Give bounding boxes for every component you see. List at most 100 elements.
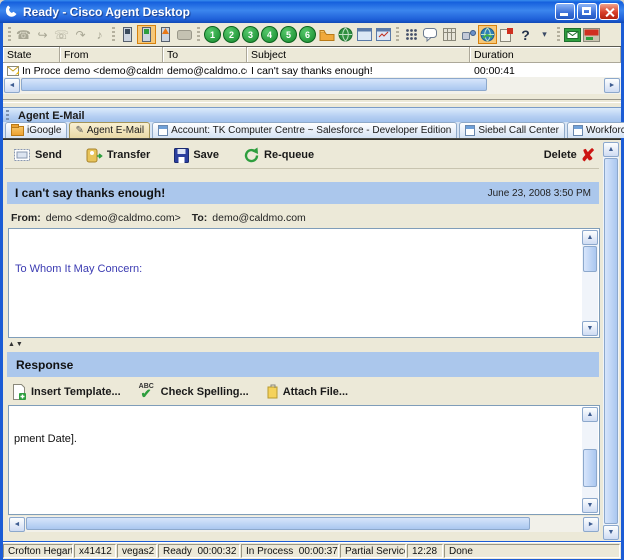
task3-number: 3 [247,29,253,40]
response-title: Response [16,357,74,372]
browser-button[interactable] [336,25,355,44]
email-state-icon [7,65,19,76]
agent-reports-button[interactable] [440,25,459,44]
to-label: To: [191,212,208,224]
title-bar[interactable]: Ready - Cisco Agent Desktop [0,0,624,23]
conference-button[interactable]: ☏ [52,25,71,44]
cisco-browser-button[interactable] [478,25,497,44]
drop-call-icon: ↪ [37,27,48,42]
row-duration: 00:00:41 [474,64,515,77]
column-header-to[interactable]: To [163,47,247,62]
scroll-up-button[interactable]: ▲ [582,407,598,422]
scroll-left-button[interactable]: ◄ [9,517,25,532]
response-scrollbar[interactable]: ▲ ▼ [582,407,598,513]
toolbar-grip[interactable] [197,26,200,43]
toolbar-overflow-button[interactable]: ▾ [535,25,554,44]
scroll-right-button[interactable]: ► [583,517,599,532]
save-button[interactable]: Save [174,147,219,163]
scrollbar-thumb[interactable] [583,246,597,272]
from-value: demo <demo@caldmo.com> [45,212,181,224]
tab-siebel-call-center[interactable]: Siebel Call Center [459,122,565,138]
drop-call-button[interactable]: ↪ [33,25,52,44]
report2-button[interactable] [374,25,393,44]
response-horizontal-scrollbar[interactable]: ◄ ► [8,516,600,532]
recording-button[interactable] [175,25,194,44]
table-horizontal-scrollbar[interactable]: ◄ ► [3,77,621,94]
task6-button[interactable]: 6 [299,26,316,43]
cti-status-button[interactable] [459,25,478,44]
task5-button[interactable]: 5 [280,26,297,43]
task4-button[interactable]: 4 [261,26,278,43]
email-ready-button[interactable] [563,25,582,44]
close-button[interactable] [599,3,619,20]
delete-button[interactable]: Delete ✘ [544,147,595,164]
report-window-icon [376,28,391,41]
panel-scrollbar[interactable]: ▲ ▼ [603,142,619,540]
work-state-button[interactable] [156,25,175,44]
tab-workforce-management[interactable]: Workforce Management [566,122,624,138]
scrollbar-thumb[interactable] [604,158,618,524]
column-header-subject[interactable]: Subject [247,47,470,62]
attach-file-button[interactable]: Attach File... [267,384,348,399]
task6-number: 6 [304,29,310,40]
maximize-button[interactable] [577,3,597,20]
answer-call-button[interactable]: ☎ [14,25,33,44]
email-body-scrollbar[interactable]: ▲ ▼ [582,230,598,336]
toolbar-grip[interactable] [8,26,11,43]
pane-splitter[interactable]: ▲▼ [8,340,24,350]
panel-grip[interactable] [6,110,9,121]
tab-agent-email[interactable]: ✎ Agent E-Mail [69,122,151,138]
task3-button[interactable]: 3 [242,26,259,43]
help-button[interactable]: ? [516,25,535,44]
contact-management-button[interactable] [317,25,336,44]
toolbar-grip[interactable] [396,26,399,43]
requeue-button[interactable]: Re-queue [243,147,314,164]
agent-email-panel-header: Agent E-Mail [3,107,621,123]
touch-tones-button[interactable]: ♪ [90,25,109,44]
chat-button[interactable] [421,25,440,44]
transfer-call-button[interactable]: ↷ [71,25,90,44]
email-not-ready-button[interactable] [582,25,601,44]
scroll-down-button[interactable]: ▼ [582,498,598,513]
preferences-button[interactable] [497,25,516,44]
column-header-state[interactable]: State [3,47,60,62]
folder-icon [319,29,335,41]
transfer-call-icon: ↷ [75,27,86,42]
scroll-down-button[interactable]: ▼ [603,525,619,540]
status-clock: 12:28 [407,544,443,558]
scroll-down-button[interactable]: ▼ [582,321,598,336]
task2-button[interactable]: 2 [223,26,240,43]
scrollbar-thumb[interactable] [583,449,597,487]
toolbar-grip[interactable] [112,26,115,43]
scroll-up-button[interactable]: ▲ [603,142,619,157]
toolbar-grip[interactable] [557,26,560,43]
send-button[interactable]: Send [13,148,62,162]
minimize-button[interactable] [555,3,575,20]
tab-igoogle[interactable]: iGoogle [5,122,68,138]
not-ready-state-button[interactable] [137,25,156,44]
response-textarea[interactable]: pment Date]. We thank you for your conti… [8,405,600,515]
status-message: Done [444,544,620,558]
column-header-duration[interactable]: Duration [470,47,621,62]
green-check-icon: ✔ [140,385,152,401]
scroll-left-button[interactable]: ◄ [4,78,20,93]
section-separator [3,94,621,107]
pencil-icon: ✎ [75,124,84,136]
task1-button[interactable]: 1 [204,26,221,43]
ready-state-button[interactable] [118,25,137,44]
tab-salesforce[interactable]: Account: TK Computer Centre ~ Salesforce… [152,122,458,138]
column-header-from[interactable]: From [60,47,163,62]
scrollbar-thumb[interactable] [26,517,530,530]
dial-pad-button[interactable] [402,25,421,44]
check-spelling-button[interactable]: ABC ✔ Check Spelling... [139,383,249,401]
scroll-right-button[interactable]: ► [604,78,620,93]
requeue-label: Re-queue [264,149,315,161]
insert-template-button[interactable]: Insert Template... [13,383,121,400]
report1-button[interactable] [355,25,374,44]
table-row[interactable]: In Process demo <demo@caldmo.com> demo@c… [3,63,621,78]
scrollbar-thumb[interactable] [21,78,487,91]
transfer-button[interactable]: Transfer [86,147,150,163]
email-action-toolbar: Send Transfer Save Re-queue Delete ✘ [5,142,599,169]
scroll-up-button[interactable]: ▲ [582,230,598,245]
delete-x-icon: ✘ [580,145,595,165]
